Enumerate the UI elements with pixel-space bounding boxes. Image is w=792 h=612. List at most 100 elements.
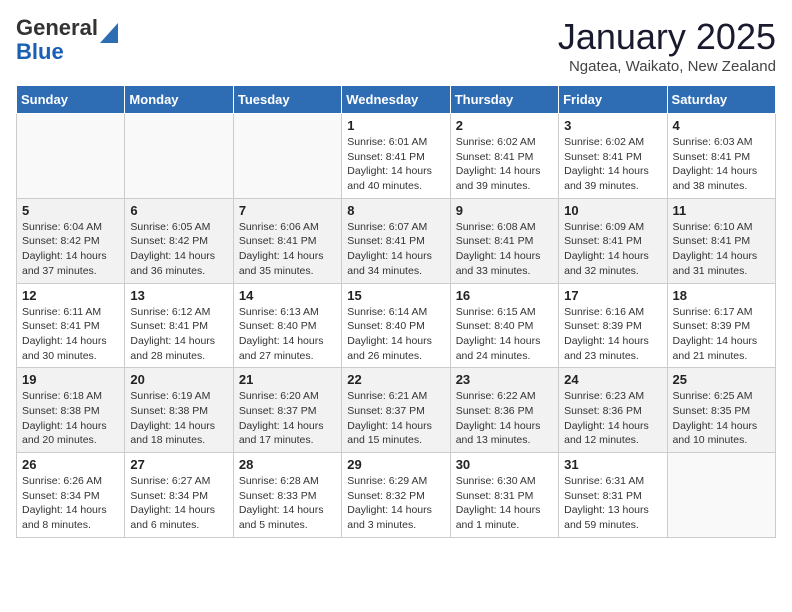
weekday-header-thursday: Thursday xyxy=(450,86,558,114)
day-number: 5 xyxy=(22,203,119,218)
day-number: 20 xyxy=(130,372,227,387)
day-info: Sunrise: 6:14 AMSunset: 8:40 PMDaylight:… xyxy=(347,305,444,364)
day-number: 27 xyxy=(130,457,227,472)
day-info: Sunrise: 6:08 AMSunset: 8:41 PMDaylight:… xyxy=(456,220,553,279)
day-info: Sunrise: 6:17 AMSunset: 8:39 PMDaylight:… xyxy=(673,305,770,364)
day-number: 24 xyxy=(564,372,661,387)
weekday-header-sunday: Sunday xyxy=(17,86,125,114)
calendar-cell xyxy=(667,453,775,538)
calendar-cell: 4Sunrise: 6:03 AMSunset: 8:41 PMDaylight… xyxy=(667,114,775,199)
calendar-cell: 12 Sunrise: 6:11 AMSunset: 8:41 PMDayligh… xyxy=(17,283,125,368)
day-number: 14 xyxy=(239,288,336,303)
weekday-header-wednesday: Wednesday xyxy=(342,86,450,114)
day-number: 26 xyxy=(22,457,119,472)
logo-text-area: General Blue xyxy=(16,16,118,64)
day-number: 21 xyxy=(239,372,336,387)
logo-blue: Blue xyxy=(16,39,64,64)
calendar-week-row: 26 Sunrise: 6:26 AMSunset: 8:34 PMDayligh… xyxy=(17,453,776,538)
day-info: Sunrise: 6:10 AMSunset: 8:41 PMDaylight:… xyxy=(673,220,770,279)
day-number: 31 xyxy=(564,457,661,472)
day-info: Sunrise: 6:22 AMSunset: 8:36 PMDaylight:… xyxy=(456,389,553,448)
day-number: 11 xyxy=(673,203,770,218)
day-number: 7 xyxy=(239,203,336,218)
page-header: General Blue January 2025 Ngatea, Waikat… xyxy=(16,16,776,75)
month-title: January 2025 xyxy=(558,16,776,58)
calendar-cell: 21Sunrise: 6:20 AMSunset: 8:37 PMDayligh… xyxy=(233,368,341,453)
calendar-cell: 5 Sunrise: 6:04 AMSunset: 8:42 PMDaylight… xyxy=(17,198,125,283)
day-info: Sunrise: 6:28 AMSunset: 8:33 PMDaylight:… xyxy=(239,474,336,533)
calendar-header-row: SundayMondayTuesdayWednesdayThursdayFrid… xyxy=(17,86,776,114)
day-number: 2 xyxy=(456,118,553,133)
day-info: Sunrise: 6:01 AMSunset: 8:41 PMDaylight:… xyxy=(347,135,444,194)
day-info: Sunrise: 6:07 AMSunset: 8:41 PMDaylight:… xyxy=(347,220,444,279)
location-subtitle: Ngatea, Waikato, New Zealand xyxy=(558,58,776,75)
day-number: 4 xyxy=(673,118,770,133)
calendar-cell: 24 Sunrise: 6:23 AMSunset: 8:36 PMDayligh… xyxy=(559,368,667,453)
day-info: Sunrise: 6:29 AMSunset: 8:32 PMDaylight:… xyxy=(347,474,444,533)
calendar-cell: 13Sunrise: 6:12 AMSunset: 8:41 PMDayligh… xyxy=(125,283,233,368)
calendar-week-row: 1 Sunrise: 6:01 AMSunset: 8:41 PMDaylight… xyxy=(17,114,776,199)
day-number: 29 xyxy=(347,457,444,472)
calendar-cell xyxy=(125,114,233,199)
calendar-week-row: 19Sunrise: 6:18 AMSunset: 8:38 PMDayligh… xyxy=(17,368,776,453)
weekday-header-tuesday: Tuesday xyxy=(233,86,341,114)
calendar-week-row: 5 Sunrise: 6:04 AMSunset: 8:42 PMDaylight… xyxy=(17,198,776,283)
calendar-cell: 26 Sunrise: 6:26 AMSunset: 8:34 PMDayligh… xyxy=(17,453,125,538)
day-number: 22 xyxy=(347,372,444,387)
calendar-cell: 29 Sunrise: 6:29 AMSunset: 8:32 PMDayligh… xyxy=(342,453,450,538)
day-info: Sunrise: 6:09 AMSunset: 8:41 PMDaylight:… xyxy=(564,220,661,279)
day-info: Sunrise: 6:31 AMSunset: 8:31 PMDaylight:… xyxy=(564,474,661,533)
day-number: 19 xyxy=(22,372,119,387)
day-info: Sunrise: 6:25 AMSunset: 8:35 PMDaylight:… xyxy=(673,389,770,448)
day-info: Sunrise: 6:02 AMSunset: 8:41 PMDaylight:… xyxy=(564,135,661,194)
day-number: 17 xyxy=(564,288,661,303)
day-info: Sunrise: 6:21 AMSunset: 8:37 PMDaylight:… xyxy=(347,389,444,448)
calendar-cell: 22 Sunrise: 6:21 AMSunset: 8:37 PMDayligh… xyxy=(342,368,450,453)
calendar-cell: 30 Sunrise: 6:30 AMSunset: 8:31 PMDayligh… xyxy=(450,453,558,538)
calendar-cell: 15 Sunrise: 6:14 AMSunset: 8:40 PMDayligh… xyxy=(342,283,450,368)
day-info: Sunrise: 6:11 AMSunset: 8:41 PMDaylight:… xyxy=(22,305,119,364)
calendar-cell: 16 Sunrise: 6:15 AMSunset: 8:40 PMDayligh… xyxy=(450,283,558,368)
calendar-cell: 10Sunrise: 6:09 AMSunset: 8:41 PMDayligh… xyxy=(559,198,667,283)
calendar-cell: 27Sunrise: 6:27 AMSunset: 8:34 PMDayligh… xyxy=(125,453,233,538)
weekday-header-monday: Monday xyxy=(125,86,233,114)
day-number: 28 xyxy=(239,457,336,472)
day-info: Sunrise: 6:30 AMSunset: 8:31 PMDaylight:… xyxy=(456,474,553,533)
day-info: Sunrise: 6:06 AMSunset: 8:41 PMDaylight:… xyxy=(239,220,336,279)
calendar-cell: 3 Sunrise: 6:02 AMSunset: 8:41 PMDaylight… xyxy=(559,114,667,199)
logo-triangle-icon xyxy=(100,23,118,43)
day-info: Sunrise: 6:23 AMSunset: 8:36 PMDaylight:… xyxy=(564,389,661,448)
calendar-cell xyxy=(17,114,125,199)
day-number: 8 xyxy=(347,203,444,218)
calendar-cell: 14 Sunrise: 6:13 AMSunset: 8:40 PMDayligh… xyxy=(233,283,341,368)
day-info: Sunrise: 6:19 AMSunset: 8:38 PMDaylight:… xyxy=(130,389,227,448)
calendar-week-row: 12 Sunrise: 6:11 AMSunset: 8:41 PMDayligh… xyxy=(17,283,776,368)
day-info: Sunrise: 6:16 AMSunset: 8:39 PMDaylight:… xyxy=(564,305,661,364)
day-info: Sunrise: 6:13 AMSunset: 8:40 PMDaylight:… xyxy=(239,305,336,364)
calendar-cell: 8 Sunrise: 6:07 AMSunset: 8:41 PMDaylight… xyxy=(342,198,450,283)
day-number: 23 xyxy=(456,372,553,387)
day-number: 6 xyxy=(130,203,227,218)
day-info: Sunrise: 6:15 AMSunset: 8:40 PMDaylight:… xyxy=(456,305,553,364)
day-info: Sunrise: 6:05 AMSunset: 8:42 PMDaylight:… xyxy=(130,220,227,279)
day-number: 1 xyxy=(347,118,444,133)
logo: General Blue xyxy=(16,16,118,64)
day-number: 12 xyxy=(22,288,119,303)
calendar-cell: 18Sunrise: 6:17 AMSunset: 8:39 PMDayligh… xyxy=(667,283,775,368)
day-number: 16 xyxy=(456,288,553,303)
weekday-header-friday: Friday xyxy=(559,86,667,114)
day-number: 9 xyxy=(456,203,553,218)
day-number: 13 xyxy=(130,288,227,303)
calendar-cell: 6 Sunrise: 6:05 AMSunset: 8:42 PMDaylight… xyxy=(125,198,233,283)
day-number: 3 xyxy=(564,118,661,133)
day-info: Sunrise: 6:04 AMSunset: 8:42 PMDaylight:… xyxy=(22,220,119,279)
day-number: 25 xyxy=(673,372,770,387)
day-info: Sunrise: 6:26 AMSunset: 8:34 PMDaylight:… xyxy=(22,474,119,533)
calendar-cell: 20 Sunrise: 6:19 AMSunset: 8:38 PMDayligh… xyxy=(125,368,233,453)
day-number: 30 xyxy=(456,457,553,472)
calendar-cell: 19Sunrise: 6:18 AMSunset: 8:38 PMDayligh… xyxy=(17,368,125,453)
calendar-cell: 9 Sunrise: 6:08 AMSunset: 8:41 PMDaylight… xyxy=(450,198,558,283)
day-number: 15 xyxy=(347,288,444,303)
day-info: Sunrise: 6:02 AMSunset: 8:41 PMDaylight:… xyxy=(456,135,553,194)
calendar-cell: 7 Sunrise: 6:06 AMSunset: 8:41 PMDaylight… xyxy=(233,198,341,283)
